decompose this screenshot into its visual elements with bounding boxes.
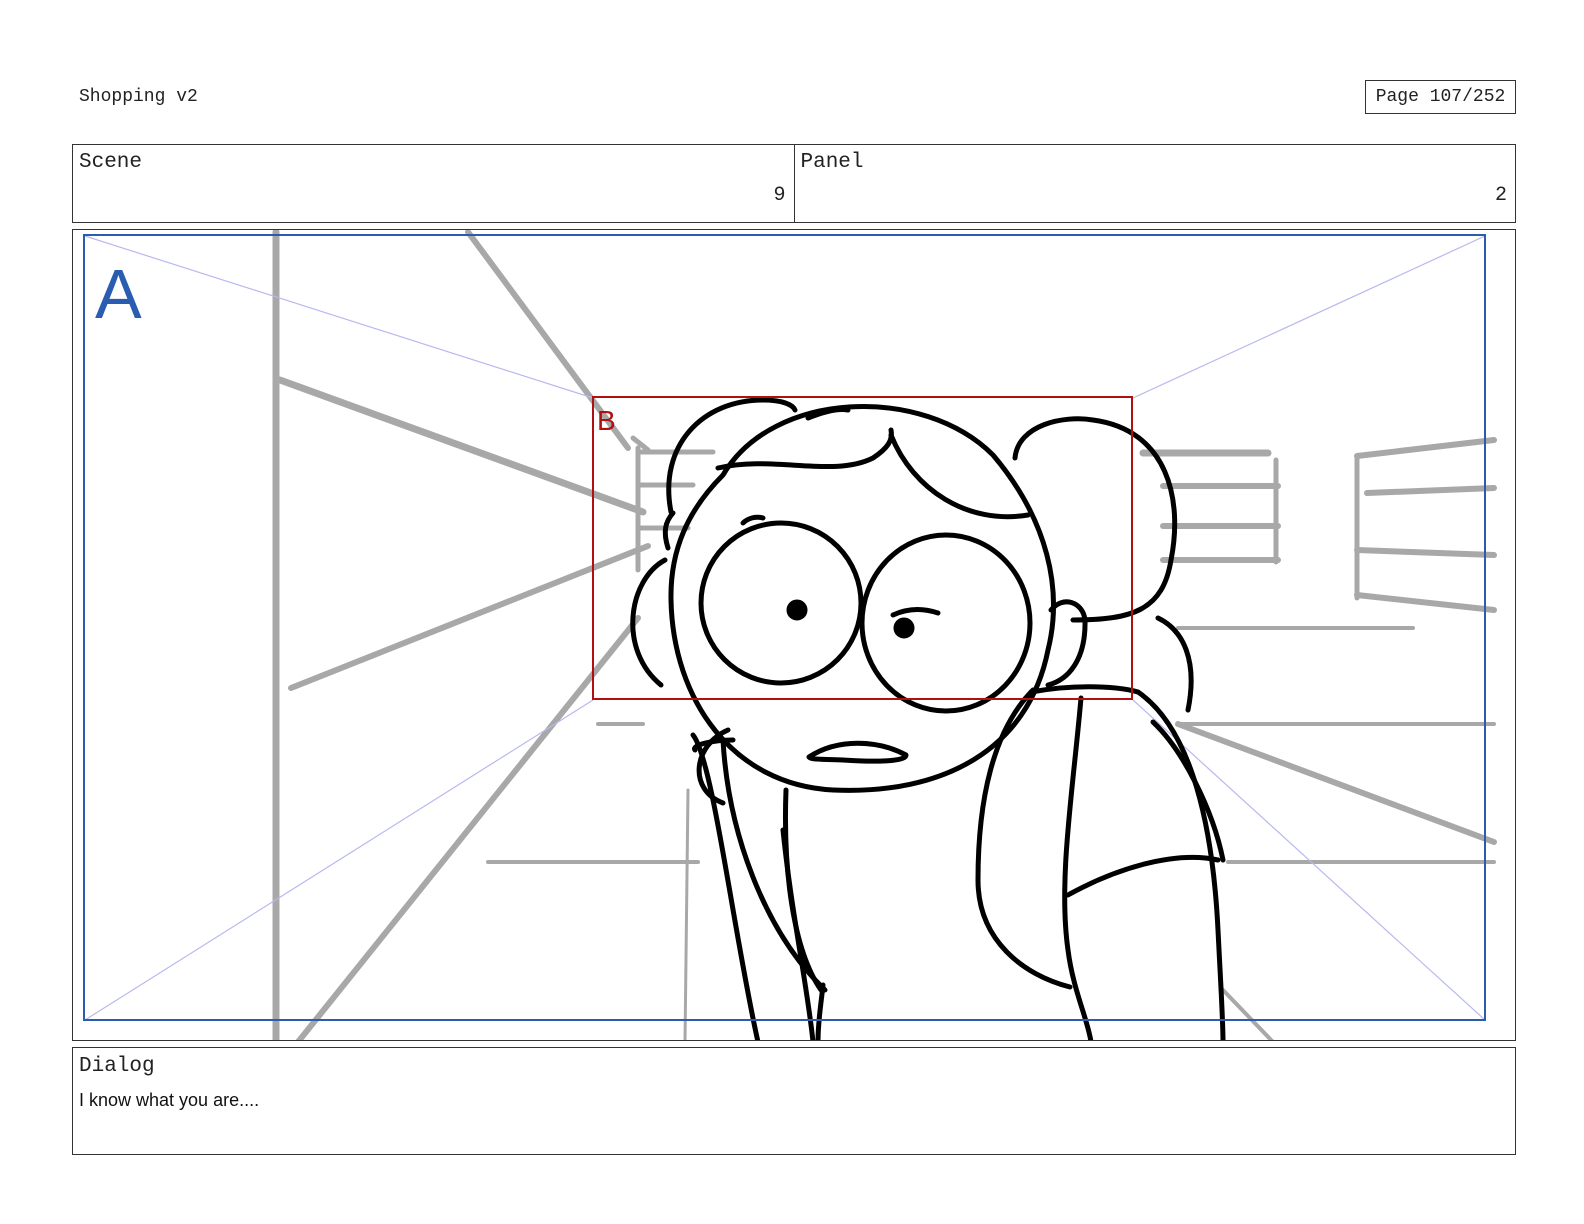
- scene-number: 9: [773, 184, 786, 207]
- storyboard-drawing: A B: [83, 230, 1497, 1040]
- background-sketch: [272, 230, 1497, 1040]
- dialog-label: Dialog: [79, 1055, 155, 1078]
- dialog-text: I know what you are....: [79, 1090, 260, 1110]
- page-indicator: Page 107/252: [1365, 80, 1516, 114]
- project-title: Shopping v2: [79, 87, 198, 107]
- frame-b-label: B: [597, 405, 616, 436]
- storyboard-panel: A B: [72, 229, 1516, 1041]
- panel-number: 2: [1494, 184, 1507, 207]
- character-sketch: [630, 397, 1226, 1040]
- frame-a-label: A: [95, 255, 142, 333]
- scene-label: Scene: [79, 151, 143, 174]
- panel-label: Panel: [800, 151, 864, 174]
- panel-cell: Panel 2: [793, 145, 1516, 222]
- scene-panel-header: Scene 9 Panel 2: [72, 144, 1516, 223]
- frame-b-outline: [592, 396, 1133, 700]
- dialog-box: Dialog I know what you are....: [72, 1047, 1516, 1155]
- scene-cell: Scene 9: [73, 145, 794, 222]
